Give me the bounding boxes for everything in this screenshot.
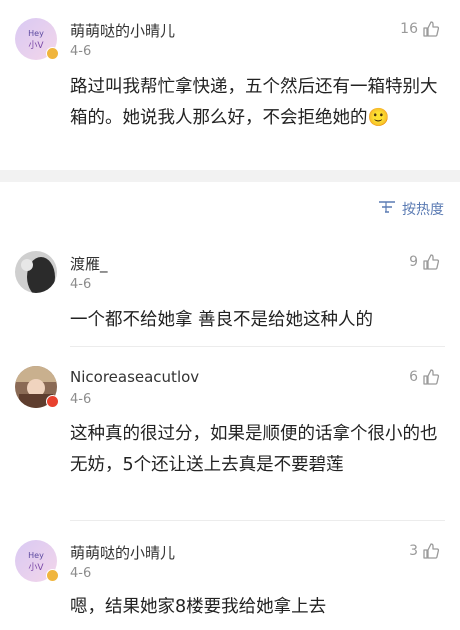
- divider: [70, 346, 445, 347]
- sort-label: 按热度: [402, 202, 444, 218]
- svg-text:Hey: Hey: [28, 29, 44, 38]
- verified-badge-icon: [46, 569, 59, 582]
- like-count: 16: [400, 21, 418, 37]
- reply-date: 4-6: [70, 392, 92, 407]
- comment-date: 4-6: [70, 44, 92, 59]
- reply-date: 4-6: [70, 566, 92, 581]
- thumb-up-icon: [422, 368, 440, 386]
- like-button[interactable]: 16: [400, 20, 440, 38]
- comment-username[interactable]: 萌萌哒的小晴儿: [70, 20, 175, 41]
- thumb-up-icon: [422, 542, 440, 560]
- thumb-up-icon: [422, 253, 440, 271]
- like-count: 3: [409, 543, 418, 559]
- like-count: 9: [409, 254, 418, 270]
- verified-badge-icon: [46, 395, 59, 408]
- reply-username[interactable]: Nicoreaseacutlov: [70, 368, 199, 386]
- svg-text:小V: 小V: [28, 562, 44, 573]
- svg-text:小V: 小V: [28, 40, 44, 51]
- sort-icon: [378, 200, 396, 218]
- avatar[interactable]: [15, 251, 57, 293]
- comment-text: 路过叫我帮忙拿快递，五个然后还有一箱特别大箱的。她说我人那么好，不会拒绝她的🙂: [70, 77, 438, 128]
- sort-by-hot-button[interactable]: 按热度: [378, 199, 444, 219]
- like-button[interactable]: 9: [409, 253, 440, 271]
- reply-text: 一个都不给她拿 善良不是给她这种人的: [70, 310, 374, 330]
- divider: [70, 520, 445, 521]
- svg-text:Hey: Hey: [28, 551, 44, 560]
- like-count: 6: [409, 369, 418, 385]
- reply-username[interactable]: 渡雁_: [70, 253, 108, 274]
- reply-date: 4-6: [70, 277, 92, 292]
- section-divider: [0, 170, 460, 182]
- verified-badge-icon: [46, 47, 59, 60]
- like-button[interactable]: 6: [409, 368, 440, 386]
- reply-text: 嗯，结果她家8楼要我给她拿上去: [70, 597, 327, 617]
- reply-username[interactable]: 萌萌哒的小晴儿: [70, 542, 175, 563]
- like-button[interactable]: 3: [409, 542, 440, 560]
- thumb-up-icon: [422, 20, 440, 38]
- reply-text: 这种真的很过分，如果是顺便的话拿个很小的也无妨，5个还让送上去真是不要碧莲: [70, 424, 438, 475]
